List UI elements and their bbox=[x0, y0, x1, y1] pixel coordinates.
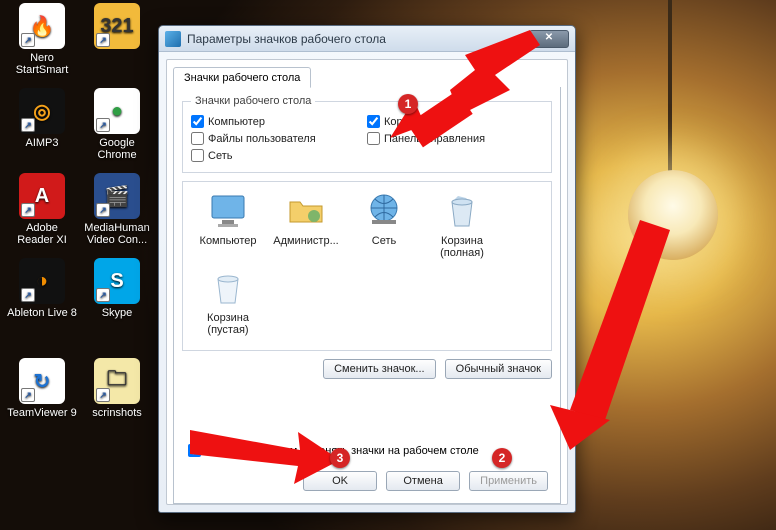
monitor-icon bbox=[206, 188, 250, 232]
desktop-icon[interactable]: 🎬↗MediaHuman Video Con... bbox=[82, 173, 152, 246]
checkbox-user-files[interactable]: Файлы пользователя bbox=[191, 130, 367, 147]
desktop-icon[interactable]: ◎↗AIMP3 bbox=[7, 88, 77, 149]
annotation-arrow-2 bbox=[510, 220, 670, 453]
annotation-arrow-1 bbox=[380, 30, 540, 143]
checkbox-network[interactable]: Сеть bbox=[191, 147, 367, 164]
preview-item[interactable]: Администр... bbox=[267, 188, 345, 259]
bin-full-icon bbox=[440, 188, 484, 232]
annotation-marker-3: 3 bbox=[330, 448, 350, 468]
apply-button[interactable]: Применить bbox=[469, 471, 548, 491]
annotation-marker-2: 2 bbox=[492, 448, 512, 468]
preview-item[interactable]: Сеть bbox=[345, 188, 423, 259]
desktop-icon[interactable]: ◑↗Ableton Live 8 bbox=[7, 258, 77, 319]
group-legend: Значки рабочего стола bbox=[191, 95, 315, 107]
desktop-icon[interactable]: 🔥↗Nero StartSmart bbox=[7, 3, 77, 76]
folder-icon bbox=[284, 188, 328, 232]
desktop-icon[interactable]: 🗀↗scrinshots bbox=[82, 358, 152, 419]
desktop-icon[interactable]: S↗Skype bbox=[82, 258, 152, 319]
preview-item[interactable]: Корзина (полная) bbox=[423, 188, 501, 259]
desktop-icon[interactable]: ↻↗TeamViewer 9 bbox=[7, 358, 77, 419]
bin-empty-icon bbox=[206, 265, 250, 309]
wallpaper-cord bbox=[668, 0, 672, 180]
annotation-arrow-3 bbox=[190, 420, 340, 493]
preview-item[interactable]: Компьютер bbox=[189, 188, 267, 259]
change-icon-button[interactable]: Сменить значок... bbox=[323, 359, 436, 379]
annotation-marker-1: 1 bbox=[398, 94, 418, 114]
icon-preview-list[interactable]: КомпьютерАдминистр...СетьКорзина (полная… bbox=[182, 181, 552, 351]
system-menu-icon bbox=[165, 31, 181, 47]
desktop-icon[interactable]: ●↗Google Chrome bbox=[82, 88, 152, 161]
cancel-button[interactable]: Отмена bbox=[386, 471, 460, 491]
globe-icon bbox=[362, 188, 406, 232]
preview-item[interactable]: Корзина (пустая) bbox=[189, 265, 267, 336]
tab-desktop-icons[interactable]: Значки рабочего стола bbox=[173, 67, 311, 88]
desktop-icon[interactable]: 321↗ bbox=[82, 3, 152, 52]
checkbox-computer[interactable]: Компьютер bbox=[191, 113, 367, 130]
desktop-icon[interactable]: A↗Adobe Reader XI bbox=[7, 173, 77, 246]
